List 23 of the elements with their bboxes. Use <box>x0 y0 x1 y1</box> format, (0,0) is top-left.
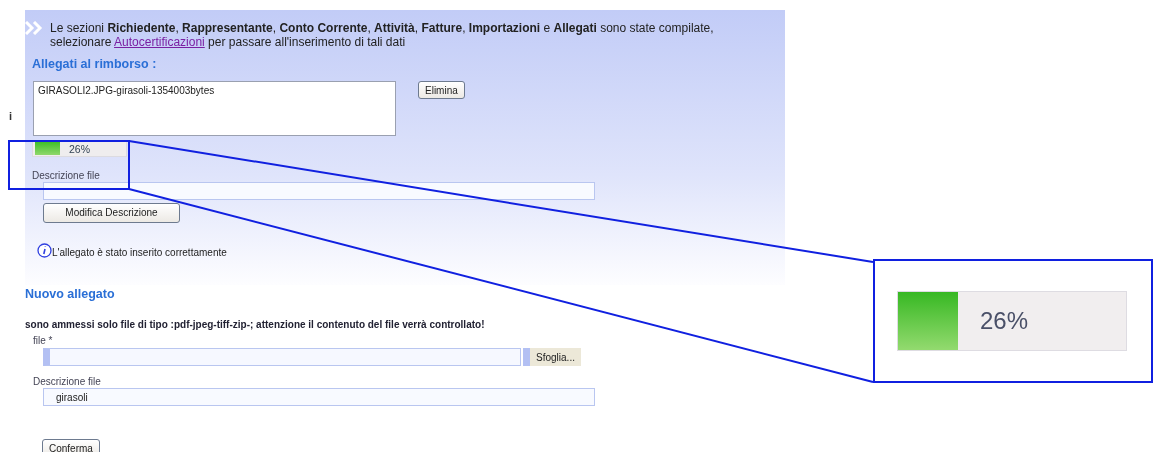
progress-reading: 26% <box>980 307 1029 335</box>
browse-button[interactable]: Sfoglia... <box>523 348 581 366</box>
edit-description-button[interactable]: Modifica Descrizione <box>43 202 180 223</box>
section-heading: Allegati al rimborso : <box>32 57 157 71</box>
section-heading: Nuovo allegato <box>25 287 115 301</box>
description-field[interactable]: girasoli <box>43 388 595 406</box>
field-label: Descrizione file <box>33 376 101 387</box>
attachment-item[interactable]: GIRASOLI2.JPG-girasoli-1354003bytes <box>38 85 391 96</box>
confirm-button[interactable]: Conferma <box>42 439 100 452</box>
description-field[interactable] <box>43 182 595 200</box>
info-icon <box>37 242 52 258</box>
double-chevron-icon <box>25 21 45 35</box>
field-label: file * <box>33 335 53 346</box>
progress-reading: 26% <box>69 142 90 155</box>
file-type-notice: sono ammessi solo file di tipo :pdf-jpeg-tiff-zip-; attenzione il contenuto del file verrà controllato! <box>25 319 486 330</box>
field-label: Descrizione file <box>32 170 100 181</box>
stray-mark: i <box>9 110 14 122</box>
notice-text: Le sezioni Richiedente, Rappresentante, Conto Corrente, Attività, Fatture, Importazioni e Allegati sono state compilate, selezionare Autocertificazioni per passare all'inserimento di tali dati <box>50 21 715 49</box>
success-message: L'allegato è stato inserito correttamente <box>52 246 227 258</box>
autocertificazioni-link[interactable]: Autocertificazioni <box>114 35 205 49</box>
delete-button[interactable]: Elimina <box>418 81 465 99</box>
attachment-list[interactable]: GIRASOLI2.JPG-girasoli-1354003bytes <box>33 81 396 136</box>
file-field[interactable] <box>43 348 521 366</box>
